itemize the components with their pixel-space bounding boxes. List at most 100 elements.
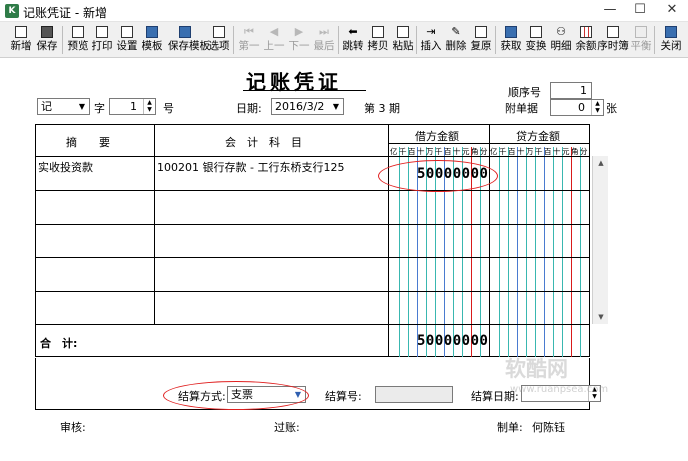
settlement-number-label: 结算号: — [325, 390, 362, 403]
toolbar-restore-button[interactable]: 复原 — [468, 23, 494, 57]
sequence-label: 顺序号 — [508, 86, 541, 99]
digit-unit: 百 — [508, 147, 516, 156]
first-icon: ⏮ — [244, 25, 254, 38]
preview-icon — [72, 26, 84, 38]
maker-value: 何陈钰 — [532, 421, 565, 434]
exit-icon — [665, 26, 677, 38]
digit-unit: 元 — [462, 147, 470, 156]
digit-unit: 千 — [435, 147, 443, 156]
voucher-date-picker[interactable]: 2016/3/2 ▼ — [271, 98, 344, 115]
header-summary: 摘 要 — [66, 136, 110, 149]
attachment-unit: 张 — [606, 102, 617, 115]
attachment-label: 附单据 — [505, 102, 538, 115]
copy-icon — [372, 26, 384, 38]
digit-unit: 千 — [535, 147, 543, 156]
chevron-down-icon[interactable]: ▼ — [329, 99, 343, 114]
toolbar: 新增 保存 预览 打印 设置 模板 保存模板 选项 ⏮ 第一 ◀ 上一 ▶ 下一 ⏭ 最… — [0, 22, 688, 58]
voucher-grid: 摘 要 会 计 科 目 借方金额 贷方金额 亿 千 百 十 万 千 百 十 元 … — [35, 124, 590, 357]
total-label: 合 计: — [40, 337, 78, 350]
last-icon: ⏭ — [319, 25, 329, 38]
delete-row-icon: ✎ — [451, 25, 461, 38]
period-text: 第 3 期 — [364, 102, 400, 115]
options-icon — [213, 26, 225, 38]
balance-icon — [580, 26, 592, 38]
date-label: 日期: — [236, 102, 262, 115]
voucher-word-select[interactable]: 记 ▼ — [37, 98, 90, 115]
toolbar-paste-button[interactable]: 粘贴 — [390, 23, 416, 57]
audit-label: 审核: — [60, 421, 86, 434]
spin-arrows-icon[interactable]: ▲ ▼ — [591, 100, 603, 115]
toolbar-options-button[interactable]: 选项 — [206, 23, 232, 57]
prev-icon: ◀ — [269, 25, 279, 38]
header-credit: 贷方金额 — [516, 130, 560, 143]
voucher-number-stepper[interactable]: 1 ▲ ▼ — [109, 98, 156, 115]
title-underline — [243, 90, 366, 91]
template-icon — [146, 26, 158, 38]
title-bar: K 记账凭证 - 新增 — ☐ ✕ — [0, 0, 688, 22]
sequence-field[interactable]: 1 — [550, 82, 592, 99]
row-1-account[interactable]: 100201 银行存款 - 工行东桥支行125 — [157, 159, 344, 175]
watermark-url: www.ruanpsea.com — [510, 384, 609, 395]
digit-unit: 分 — [580, 147, 588, 156]
spin-arrows-icon[interactable]: ▲ ▼ — [143, 99, 155, 114]
digit-unit: 千 — [399, 147, 407, 156]
post-label: 过账: — [274, 421, 300, 434]
watermark-logo: 软酷网 — [505, 357, 568, 381]
digit-unit: 万 — [426, 147, 434, 156]
header-account: 会 计 科 目 — [225, 136, 302, 149]
maker-label: 制单: — [497, 421, 523, 434]
next-icon: ▶ — [294, 25, 304, 38]
grid-scrollbar[interactable]: ▲ ▼ — [592, 156, 608, 324]
total-debit-amount: 50000000 — [417, 333, 489, 349]
digit-unit: 十 — [553, 147, 561, 156]
digit-unit: 角 — [571, 147, 579, 156]
toolbar-balance-check-button[interactable]: 平衡 — [628, 23, 654, 57]
digit-unit: 千 — [499, 147, 507, 156]
chevron-down-icon[interactable]: ▼ — [75, 99, 89, 114]
save-icon — [41, 26, 53, 38]
attachment-stepper[interactable]: 0 ▲ ▼ — [550, 99, 604, 116]
fetch-icon — [505, 26, 517, 38]
toolbar-last-button[interactable]: ⏭ 最后 — [311, 23, 337, 57]
window-title: 记账凭证 - 新增 — [23, 6, 107, 20]
table-row[interactable] — [36, 225, 590, 257]
toolbar-save-template-button[interactable]: 保存模板 — [168, 23, 210, 57]
restore-icon — [475, 26, 487, 38]
digit-unit: 百 — [444, 147, 452, 156]
settlement-number-field[interactable] — [375, 386, 453, 403]
toolbar-template-button[interactable]: 模板 — [139, 23, 165, 57]
journal-icon — [607, 26, 619, 38]
save-template-icon — [179, 26, 191, 38]
toolbar-save-button[interactable]: 保存 — [34, 23, 60, 57]
row-1-summary[interactable]: 实收投资款 — [38, 159, 93, 175]
total-divider — [36, 324, 590, 325]
maximize-button[interactable]: ☐ — [624, 0, 656, 22]
print-icon — [96, 26, 108, 38]
balance-check-icon — [635, 26, 647, 38]
scroll-up-icon[interactable]: ▲ — [593, 156, 609, 170]
close-window-button[interactable]: ✕ — [656, 0, 688, 22]
scroll-down-icon[interactable]: ▼ — [593, 310, 609, 324]
table-row[interactable] — [36, 191, 590, 224]
minimize-button[interactable]: — — [594, 0, 626, 22]
word-label: 字 — [94, 102, 105, 115]
digit-unit: 十 — [453, 147, 461, 156]
number-label: 号 — [163, 102, 174, 115]
table-row[interactable] — [36, 292, 590, 324]
digit-unit: 百 — [408, 147, 416, 156]
insert-row-icon: ⇥ — [426, 25, 436, 38]
paste-icon — [397, 26, 409, 38]
header-debit: 借方金额 — [415, 130, 459, 143]
toolbar-journal-button[interactable]: 序时簿 — [597, 23, 629, 57]
digit-unit: 亿 — [390, 147, 398, 156]
digit-unit: 分 — [480, 147, 488, 156]
digit-unit: 百 — [544, 147, 552, 156]
digit-unit: 十 — [417, 147, 425, 156]
debit-highlight-ellipse — [378, 160, 498, 192]
app-icon: K — [5, 4, 19, 18]
digit-unit: 角 — [471, 147, 479, 156]
toolbar-close-button[interactable]: 关闭 — [658, 23, 684, 57]
jump-icon: ⬅ — [348, 25, 358, 38]
table-row[interactable] — [36, 258, 590, 291]
method-highlight-ellipse — [163, 381, 309, 410]
